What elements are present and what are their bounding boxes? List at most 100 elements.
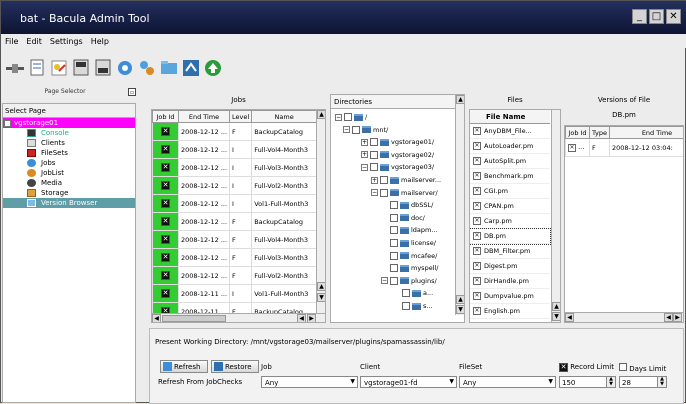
scroll-left-icon[interactable]: ◀ xyxy=(565,313,574,322)
jobs-table[interactable]: Job Id End Time Level Name ✕ 2008-12-12 .… xyxy=(151,109,326,323)
job-row[interactable]: ✕ 2008-12-12 ... F Full-Vol4-Month3 xyxy=(152,230,317,249)
job-row[interactable]: ✕ 2008-12-12 ... I Full-Vol2-Month3 xyxy=(152,176,317,195)
job-id-cell[interactable]: ✕ xyxy=(152,266,179,285)
checkbox-checked-icon[interactable]: ✕ xyxy=(161,235,170,244)
menu-file[interactable]: File xyxy=(1,34,22,48)
checkbox-unchecked-icon[interactable] xyxy=(390,251,398,260)
file-item[interactable]: ✕ AutoLoader.pm xyxy=(470,139,550,154)
checkbox-unchecked-icon[interactable] xyxy=(390,201,398,210)
close-button[interactable]: ✕ xyxy=(666,9,681,24)
collapse-icon[interactable]: − xyxy=(335,113,342,121)
fileset-select[interactable]: Any ▼ xyxy=(459,376,556,388)
file-item[interactable]: ✕ DB.pm xyxy=(470,228,551,245)
file-item[interactable]: ✕ CPAN.pm xyxy=(470,199,550,214)
client-select[interactable]: vgstorage01-fd ▼ xyxy=(360,376,457,388)
checkbox-icon[interactable]: ✕ xyxy=(473,172,481,180)
checkbox-checked-icon[interactable]: ✕ xyxy=(161,181,170,190)
checkbox-unchecked-icon[interactable] xyxy=(390,226,398,235)
tree-item-clients[interactable]: Clients xyxy=(3,138,135,148)
scroll-up-icon[interactable]: ▲ xyxy=(317,282,325,291)
checkbox-unchecked-icon[interactable] xyxy=(390,276,398,285)
col-version-end-time[interactable]: End Time xyxy=(609,126,683,139)
checkbox-checked-icon[interactable]: ✕ xyxy=(559,363,568,372)
collapse-icon[interactable]: − xyxy=(361,163,368,171)
days-limit-toggle[interactable]: Days Limit xyxy=(619,363,666,373)
scroll-left-icon[interactable]: ◀ xyxy=(297,314,306,322)
spin-arrows-icon[interactable]: ▲ ▼ xyxy=(657,377,666,387)
scroll-left-icon[interactable]: ◀ xyxy=(664,313,673,322)
jobs-hscroll-thumb[interactable] xyxy=(162,315,226,322)
estimate-icon[interactable] xyxy=(93,57,112,78)
job-row[interactable]: ✕ 2008-12-12 ... F Full-Vol2-Month3 xyxy=(152,266,317,285)
notes-icon[interactable] xyxy=(49,57,68,78)
file-item[interactable]: ✕ Benchmark.pm xyxy=(470,169,550,184)
job-row[interactable]: ✕ 2008-12-12 ... F BackupCatalog xyxy=(152,122,317,141)
checkbox-icon[interactable]: ✕ xyxy=(473,277,481,285)
checkbox-checked-icon[interactable]: ✕ xyxy=(161,217,170,226)
job-id-cell[interactable]: ✕ xyxy=(152,122,179,141)
file-item[interactable]: ✕ Carp.pm xyxy=(470,214,550,229)
connect-icon[interactable] xyxy=(5,57,24,78)
collapse-icon[interactable]: − xyxy=(343,126,350,134)
checkbox-icon[interactable]: ✕ xyxy=(473,247,481,255)
checkbox-checked-icon[interactable]: ✕ xyxy=(161,271,170,280)
expand-icon[interactable]: + xyxy=(361,138,368,146)
scroll-down-icon[interactable]: ▼ xyxy=(456,305,464,314)
checkbox-unchecked-icon[interactable] xyxy=(380,188,388,197)
tree-item-filesets[interactable]: FileSets xyxy=(3,148,135,158)
job-id-cell[interactable]: ✕ xyxy=(152,158,179,177)
restore-icon[interactable] xyxy=(181,57,200,78)
checkbox-checked-icon[interactable]: ✕ xyxy=(161,289,170,298)
job-row[interactable]: ✕ 2008-12-12 ... I Full-Vol4-Month3 xyxy=(152,140,317,159)
checkbox-icon[interactable]: ✕ xyxy=(473,187,481,195)
checkbox-unchecked-icon[interactable] xyxy=(390,239,398,247)
menu-edit[interactable]: Edit xyxy=(22,34,46,48)
file-item[interactable]: ✕ AutoSplit.pm xyxy=(470,154,550,169)
checkbox-checked-icon[interactable]: ✕ xyxy=(161,199,170,208)
col-version-job-id[interactable]: Job Id xyxy=(565,126,590,139)
jobs-hscrollbar[interactable]: ◀ ◀ ▶ xyxy=(152,313,325,322)
run-icon[interactable] xyxy=(115,57,134,78)
checkbox-icon[interactable]: ✕ xyxy=(473,262,481,270)
checkbox-icon[interactable]: ✕ xyxy=(473,142,481,150)
checkbox-unchecked-icon[interactable] xyxy=(370,150,378,159)
directories-panel[interactable]: Directories − / − mnt/ + vgstorage01/ + vgstora… xyxy=(330,94,465,323)
tree-item-console[interactable]: Console xyxy=(3,128,135,138)
collapse-icon[interactable]: − xyxy=(4,119,13,127)
dir-vscrollbar[interactable]: ▲ ▲ ▼ xyxy=(455,95,464,315)
jobs-vscrollbar[interactable]: ▲ ▲ ▼ xyxy=(316,110,325,313)
spin-arrows-icon[interactable]: ▲ ▼ xyxy=(606,377,615,387)
tree-item-jobs[interactable]: Jobs xyxy=(3,158,135,168)
directory-node[interactable]: s... xyxy=(393,299,433,313)
job-id-cell[interactable]: ✕ xyxy=(152,194,179,213)
scroll-up-icon[interactable]: ▲ xyxy=(552,302,560,311)
tree-item-root[interactable]: − vgstorage01 xyxy=(3,118,135,128)
job-id-cell[interactable]: ✕ xyxy=(152,284,179,303)
file-item[interactable]: ✕ AnyDBM_File... xyxy=(470,124,550,139)
menu-settings[interactable]: Settings xyxy=(46,34,87,48)
files-vscrollbar[interactable]: ▲ ▼ xyxy=(551,110,560,322)
checkbox-unchecked-icon[interactable] xyxy=(370,138,378,147)
checkbox-unchecked-icon[interactable] xyxy=(402,302,410,310)
page-selector-float-icon[interactable]: ▫ xyxy=(128,87,136,96)
scroll-down-icon[interactable]: ▼ xyxy=(317,293,325,302)
checkbox-icon[interactable]: ✕ xyxy=(473,217,481,225)
col-end-time[interactable]: End Time xyxy=(177,110,231,123)
job-row[interactable]: ✕ 2008-12-11 ... I Vol1-Full-Month3 xyxy=(152,284,317,303)
minimize-button[interactable]: _ xyxy=(632,9,647,24)
checkbox-checked-icon[interactable]: ✕ xyxy=(161,127,170,136)
menu-help[interactable]: Help xyxy=(87,34,113,48)
col-level[interactable]: Level xyxy=(229,110,253,123)
job-row[interactable]: ✕ 2008-12-12 ... F BackupCatalog xyxy=(152,212,317,231)
col-file-name[interactable]: File Name xyxy=(470,110,550,124)
checkbox-unchecked-icon[interactable] xyxy=(352,125,360,134)
version-row[interactable]: ✕ ... F 2008-12-12 03:04: xyxy=(565,138,683,157)
col-name[interactable]: Name xyxy=(251,110,317,123)
file-item[interactable]: ✕ Digest.pm xyxy=(470,259,550,274)
scroll-up-icon[interactable]: ▲ xyxy=(456,295,464,304)
checkbox-unchecked-icon[interactable] xyxy=(402,289,410,298)
days-limit-spinbox[interactable]: 28 ▲ ▼ xyxy=(619,376,667,388)
tree-item-version-browser[interactable]: Version Browser xyxy=(3,198,135,208)
job-row[interactable]: ✕ 2008-12-12 ... I Full-Vol3-Month3 xyxy=(152,158,317,177)
scroll-up-icon[interactable]: ▲ xyxy=(317,110,325,119)
